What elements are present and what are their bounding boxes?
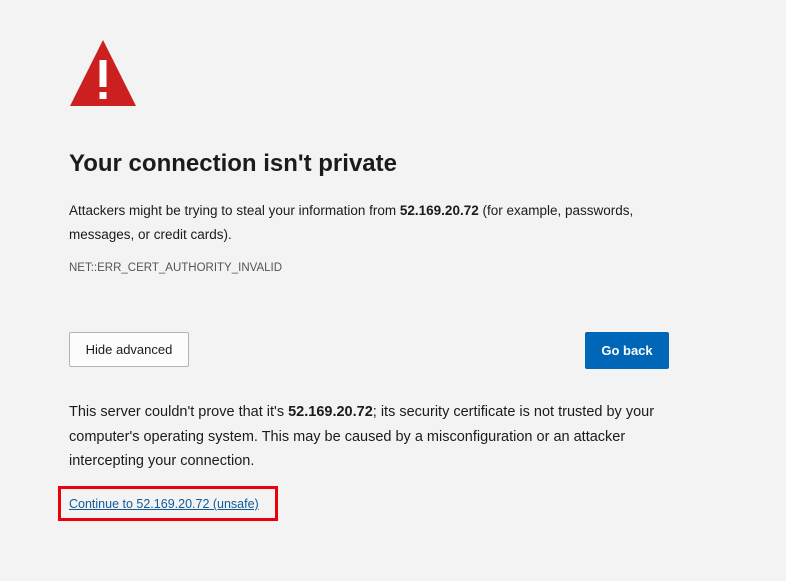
warning-description: Attackers might be trying to steal your … [69,199,669,247]
details-host: 52.169.20.72 [288,404,373,420]
description-text-start: Attackers might be trying to steal your … [69,203,400,218]
error-code: NET::ERR_CERT_AUTHORITY_INVALID [69,262,283,274]
error-page: Your connection isn't private Attackers … [0,0,786,581]
hide-advanced-button[interactable]: Hide advanced [69,332,189,367]
page-title: Your connection isn't private [69,150,397,177]
description-host: 52.169.20.72 [399,203,479,218]
continue-unsafe-link[interactable]: Continue to 52.169.20.72 (unsafe) [69,497,259,511]
warning-icon [70,40,136,106]
advanced-details: This server couldn't prove that it's 52.… [69,400,669,474]
details-text-start: This server couldn't prove that it's [69,404,289,420]
go-back-button[interactable]: Go back [585,332,669,369]
